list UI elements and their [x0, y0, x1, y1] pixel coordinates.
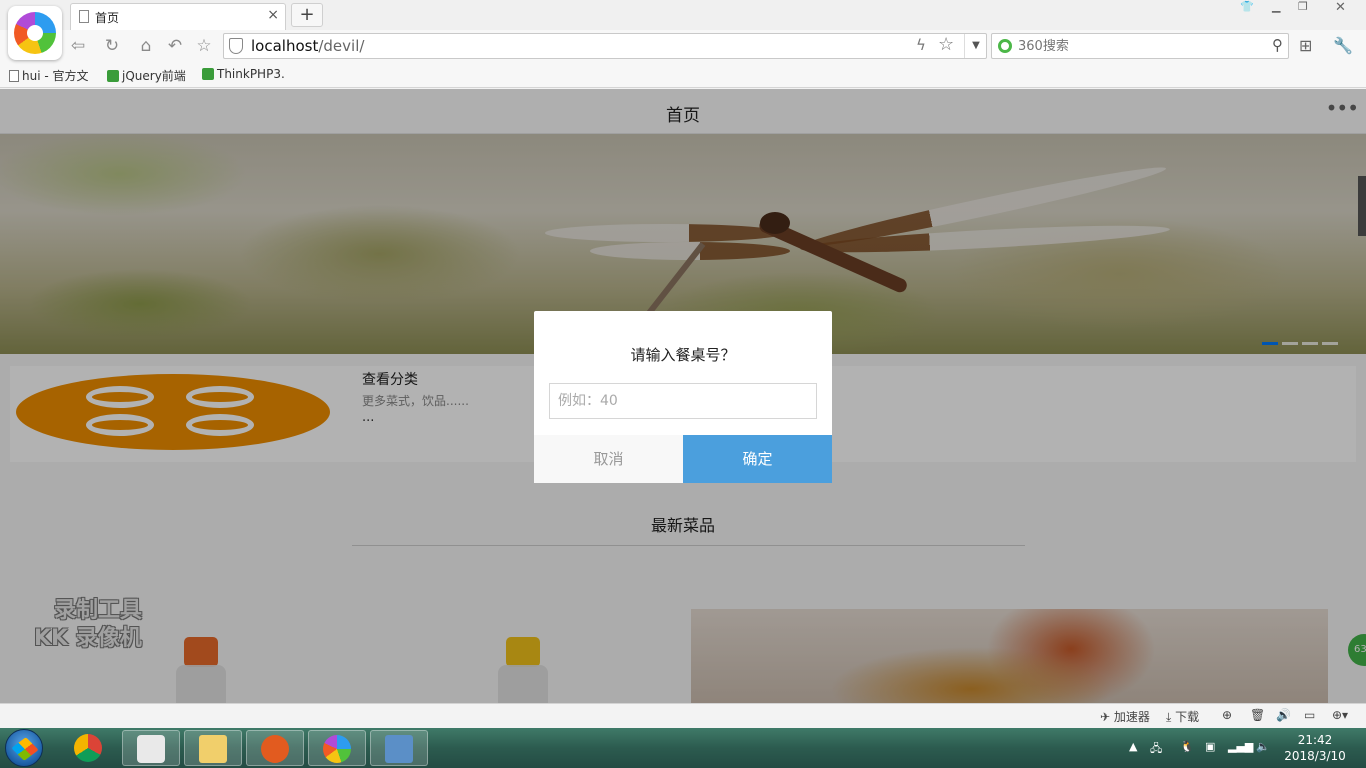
folder-icon	[199, 735, 227, 763]
download-button[interactable]: ⤓ 下载	[1166, 708, 1199, 725]
refresh-icon[interactable]: ↻	[100, 35, 124, 57]
site-icon	[202, 68, 214, 80]
page-icon	[79, 10, 89, 23]
taskbar-chrome[interactable]	[60, 730, 118, 766]
bookmark-star-icon[interactable]: ☆	[938, 34, 954, 55]
close-window-icon[interactable]: ✕	[1335, 0, 1346, 18]
browser-logo-icon[interactable]	[8, 6, 62, 60]
table-number-input[interactable]	[549, 383, 817, 419]
browser-toolbar: ⇦ ↻ ⌂ ↶ ☆ localhost/devil/ ϟ ☆ ▼ ⚲ ⊞ 🔧	[0, 30, 1366, 62]
dialog-title: 请输入餐桌号？	[630, 346, 736, 364]
back-icon[interactable]: ⇦	[66, 35, 90, 57]
bookmark-item[interactable]: ThinkPHP3.	[202, 67, 285, 81]
taskbar-app-photo[interactable]	[122, 730, 180, 766]
new-tab-button[interactable]: +	[291, 3, 323, 27]
taskbar-recorder[interactable]	[246, 730, 304, 766]
search-input[interactable]	[1018, 37, 1258, 55]
extensions-icon[interactable]: ⊞	[1299, 36, 1312, 55]
windows-taskbar: ▲ 🖧 🐧 ▣ ▂▄▆ 🔈 21:42 2018/3/10	[0, 728, 1366, 768]
minimize-icon[interactable]: ▁	[1272, 0, 1280, 18]
speaker-icon[interactable]: 🔈	[1256, 740, 1270, 753]
browser-360-icon	[323, 735, 351, 763]
taskbar-360-browser[interactable]	[308, 730, 366, 766]
volume-icon[interactable]: 🔊	[1276, 708, 1291, 722]
skin-icon[interactable]: 👕	[1240, 0, 1254, 18]
tray-app-icon[interactable]: ▣	[1205, 740, 1215, 753]
doc-icon	[9, 69, 19, 82]
table-number-dialog: 请输入餐桌号？ 取消 确定	[534, 311, 832, 483]
address-dropdown-icon[interactable]: ▼	[964, 34, 987, 58]
tray-network-icon[interactable]: 🖧	[1150, 740, 1162, 759]
address-bar[interactable]: localhost/devil/ ϟ ☆ ▼	[223, 33, 987, 59]
url-text[interactable]: localhost/devil/	[251, 37, 364, 55]
signal-icon[interactable]: ▂▄▆	[1228, 740, 1253, 753]
undo-close-icon[interactable]: ↶	[163, 35, 187, 57]
bookmarks-bar: hui - 官方文 jQuery前端 ThinkPHP3.	[0, 62, 1366, 88]
home-icon[interactable]: ⌂	[134, 35, 158, 57]
security-shield-icon	[229, 38, 243, 54]
tab-title: 首页	[95, 11, 120, 25]
speed-mode-icon[interactable]: ϟ	[916, 36, 926, 54]
restore-icon[interactable]: ❐	[1298, 0, 1308, 18]
windows-logo-icon	[11, 737, 39, 761]
qq-icon[interactable]: 🐧	[1180, 740, 1194, 753]
window-icon[interactable]: ▭	[1304, 708, 1315, 722]
avatar-icon	[137, 735, 165, 763]
chrome-icon	[74, 734, 102, 762]
site-icon	[107, 69, 119, 82]
monitor-icon	[385, 735, 413, 763]
confirm-button[interactable]: 确定	[683, 435, 832, 483]
taskbar-explorer[interactable]	[184, 730, 242, 766]
browser-statusbar: ✈ 加速器 ⤓ 下载 ⊕ 🗑 🔊 ▭ ⊕▾	[0, 703, 1366, 728]
tray-expand-icon[interactable]: ▲	[1129, 740, 1137, 753]
tools-icon[interactable]: 🔧	[1333, 36, 1353, 55]
browser-titlebar: 首页 × + 👕 ▁ ❐ ✕	[0, 0, 1366, 30]
system-clock[interactable]: 21:42 2018/3/10	[1280, 732, 1350, 764]
screenshot-icon[interactable]: ⊕	[1222, 708, 1232, 722]
favorite-icon[interactable]: ☆	[192, 35, 216, 57]
dialog-buttons: 取消 确定	[534, 435, 832, 483]
start-button[interactable]	[5, 729, 43, 767]
search-engine-icon	[998, 39, 1012, 53]
cancel-button[interactable]: 取消	[534, 435, 683, 483]
accelerator-button[interactable]: ✈ 加速器	[1100, 708, 1150, 725]
browser-tab[interactable]: 首页 ×	[70, 3, 286, 30]
taskbar-network-app[interactable]	[370, 730, 428, 766]
bookmark-item[interactable]: hui - 官方文	[9, 67, 89, 84]
trash-icon[interactable]: 🗑	[1250, 708, 1265, 722]
zoom-icon[interactable]: ⊕▾	[1332, 708, 1348, 722]
search-icon[interactable]: ⚲	[1272, 36, 1283, 54]
recorder-icon	[261, 735, 289, 763]
search-box[interactable]: ⚲	[991, 33, 1289, 59]
bookmark-item[interactable]: jQuery前端	[107, 67, 186, 84]
tab-close-icon[interactable]: ×	[267, 7, 279, 23]
web-page: 首页 ••• 查看分类 更多菜式，饮品...... ... 最新菜品 录制工具 …	[0, 89, 1366, 703]
